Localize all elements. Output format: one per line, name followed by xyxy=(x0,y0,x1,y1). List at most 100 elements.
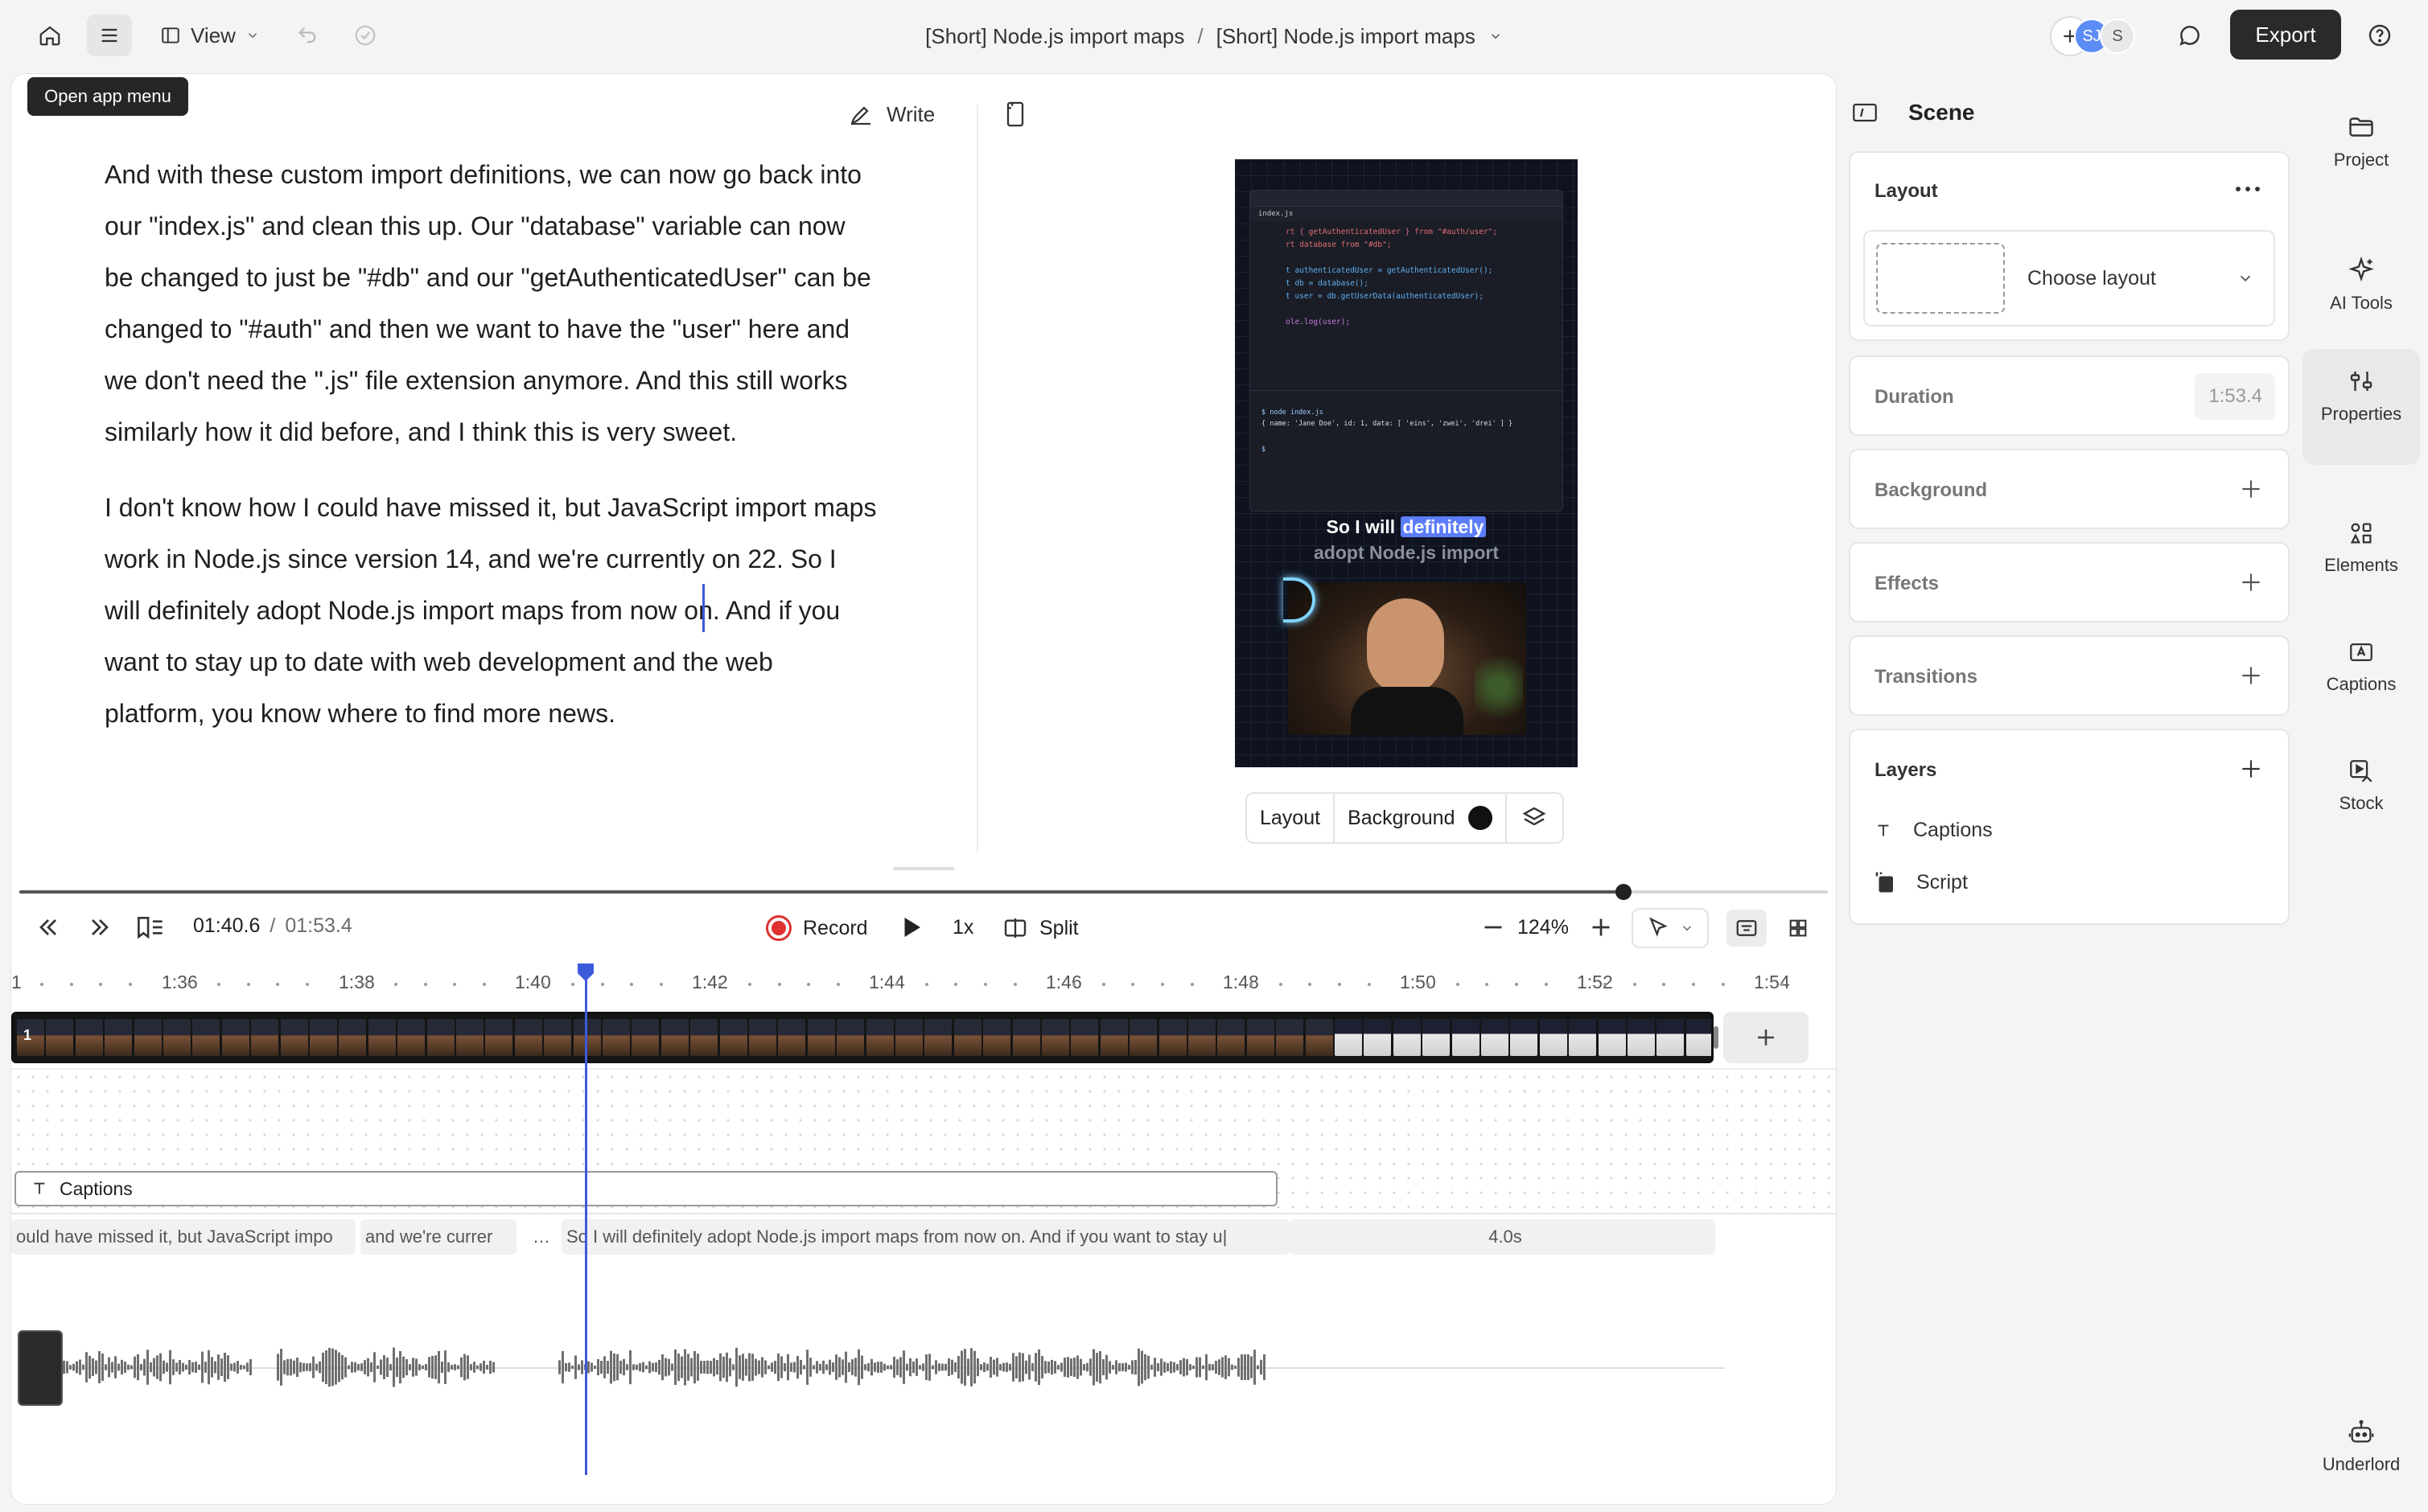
waveform-bar xyxy=(948,1358,950,1377)
comments-button[interactable] xyxy=(2169,14,2211,56)
caption-gap[interactable]: 4.0s xyxy=(1290,1219,1715,1255)
breadcrumb-project[interactable]: [Short] Node.js import maps xyxy=(925,24,1184,49)
audio-track[interactable] xyxy=(11,1271,1725,1464)
write-mode-button[interactable]: Write xyxy=(848,97,935,132)
code-lines: rt { getAuthenticatedUser } from "#auth/… xyxy=(1250,221,1562,390)
waveform-bar xyxy=(175,1362,178,1372)
playback-speed-button[interactable]: 1x xyxy=(953,916,973,939)
play-button[interactable] xyxy=(896,913,928,945)
ruler-tick xyxy=(69,983,73,986)
nav-underlord[interactable]: Underlord xyxy=(2302,1401,2420,1475)
track-view-button[interactable] xyxy=(1726,910,1767,947)
script-editor[interactable]: And with these custom import definitions… xyxy=(105,149,877,763)
waveform-bar xyxy=(476,1365,479,1370)
background-card[interactable]: Background xyxy=(1849,449,2290,529)
waveform-bar xyxy=(1157,1362,1159,1372)
plus-icon[interactable] xyxy=(2238,569,2264,595)
waveform-bar xyxy=(957,1355,960,1379)
clip-trim-handle[interactable] xyxy=(1714,1026,1718,1049)
aspect-ratio-button[interactable] xyxy=(1002,100,1028,129)
captions-track[interactable]: Captions xyxy=(14,1171,1278,1206)
code-tab: index.js xyxy=(1250,207,1562,221)
waveform-bar xyxy=(610,1350,612,1384)
top-bar: View [Short] Node.js import maps / [Shor… xyxy=(0,0,2428,72)
waveform-bar xyxy=(806,1350,809,1385)
plus-icon[interactable] xyxy=(2238,756,2264,782)
caption-highlight: definitely xyxy=(1400,516,1487,537)
help-icon xyxy=(2368,24,2391,47)
waveform-bar xyxy=(1179,1360,1182,1374)
waveform-bar xyxy=(409,1364,411,1370)
layout-more-button[interactable] xyxy=(2232,177,2264,201)
waveform-bar xyxy=(729,1358,731,1377)
choose-layout-dropdown[interactable]: Choose layout xyxy=(1863,230,2275,327)
video-thumbnail xyxy=(632,1019,660,1056)
caption-segment[interactable]: So I will definitely adopt Node.js impor… xyxy=(562,1219,1290,1255)
video-thumbnail xyxy=(368,1019,396,1056)
video-track[interactable]: 1 xyxy=(11,1012,1714,1063)
nav-ai-tools[interactable]: AI Tools xyxy=(2302,238,2420,314)
waveform-bar xyxy=(1202,1365,1204,1370)
waveform-bar xyxy=(761,1357,763,1378)
plus-icon[interactable] xyxy=(2238,476,2264,502)
waveform-bar xyxy=(710,1361,712,1374)
collaborators[interactable]: SJ S xyxy=(2050,16,2146,56)
nav-captions[interactable]: Captions xyxy=(2302,621,2420,695)
nav-properties[interactable]: Properties xyxy=(2302,349,2420,465)
chevron-down-icon[interactable] xyxy=(1488,29,1503,43)
video-thumbnail xyxy=(485,1019,513,1056)
caption-segment[interactable]: and we're currer xyxy=(360,1219,516,1255)
waveform-bar xyxy=(1134,1359,1137,1375)
transitions-card[interactable]: Transitions xyxy=(1849,635,2290,716)
waveform xyxy=(63,1347,1265,1387)
duration-input[interactable]: 1:53.4 xyxy=(2195,373,2275,420)
video-preview[interactable]: index.js rt { getAuthenticatedUser } fro… xyxy=(1235,159,1578,767)
avatar-secondary[interactable]: S xyxy=(2100,18,2135,54)
nav-stock[interactable]: Stock xyxy=(2302,740,2420,814)
layer-item-script[interactable]: Script xyxy=(1874,870,1968,894)
waveform-bar xyxy=(932,1365,934,1370)
preview-layout-button[interactable]: Layout xyxy=(1247,794,1335,842)
waveform-bar xyxy=(1228,1358,1230,1377)
add-clip-button[interactable] xyxy=(1723,1012,1809,1063)
script-paragraph[interactable]: And with these custom import definitions… xyxy=(105,149,877,458)
plus-icon[interactable] xyxy=(2238,663,2264,688)
caption-segment[interactable]: ould have missed it, but JavaScript impo xyxy=(11,1219,356,1255)
waveform-bar xyxy=(191,1362,194,1373)
layers-button[interactable] xyxy=(1507,805,1563,831)
record-button[interactable]: Record xyxy=(766,910,868,947)
select-tool-dropdown[interactable] xyxy=(1632,908,1709,948)
waveform-bar xyxy=(179,1359,181,1375)
split-button[interactable]: Split xyxy=(1002,910,1079,947)
text-icon xyxy=(34,1182,45,1194)
nav-elements[interactable]: Elements xyxy=(2302,502,2420,576)
resize-handle[interactable] xyxy=(893,867,954,870)
waveform-bar xyxy=(687,1354,689,1381)
ruler-tick xyxy=(807,983,811,986)
waveform-bar xyxy=(1138,1348,1140,1387)
timeline-ruler[interactable]: 1 1:36 1:38 1:40 1:42 1:44 1:46 1:48 1:5… xyxy=(11,965,1836,1005)
nav-project[interactable]: Project xyxy=(2302,95,2420,171)
scrubber-handle[interactable] xyxy=(1615,884,1632,900)
chapters-button[interactable] xyxy=(135,913,171,945)
export-button[interactable]: Export xyxy=(2230,10,2341,60)
breadcrumb-composition[interactable]: [Short] Node.js import maps xyxy=(1216,24,1475,49)
skip-back-button[interactable] xyxy=(34,913,66,945)
caption-segment-overflow[interactable]: … xyxy=(521,1219,557,1255)
webcam-video xyxy=(1288,582,1526,735)
help-button[interactable] xyxy=(2359,14,2401,56)
effects-card[interactable]: Effects xyxy=(1849,542,2290,622)
skip-forward-button[interactable] xyxy=(85,913,117,945)
waveform-bar xyxy=(1112,1365,1114,1370)
waveform-bar xyxy=(674,1349,677,1386)
waveform-bar xyxy=(286,1358,289,1376)
layer-item-captions[interactable]: Captions xyxy=(1874,819,1993,842)
playhead[interactable] xyxy=(585,965,587,1475)
zoom-out-button[interactable] xyxy=(1479,913,1511,945)
script-paragraph[interactable]: I don't know how I could have missed it,… xyxy=(105,482,877,739)
grid-view-button[interactable] xyxy=(1780,910,1817,947)
zoom-in-button[interactable] xyxy=(1586,913,1619,945)
nav-label: Underlord xyxy=(2322,1454,2401,1474)
waveform-bar xyxy=(1025,1360,1027,1374)
preview-background-button[interactable]: Background xyxy=(1335,794,1507,842)
